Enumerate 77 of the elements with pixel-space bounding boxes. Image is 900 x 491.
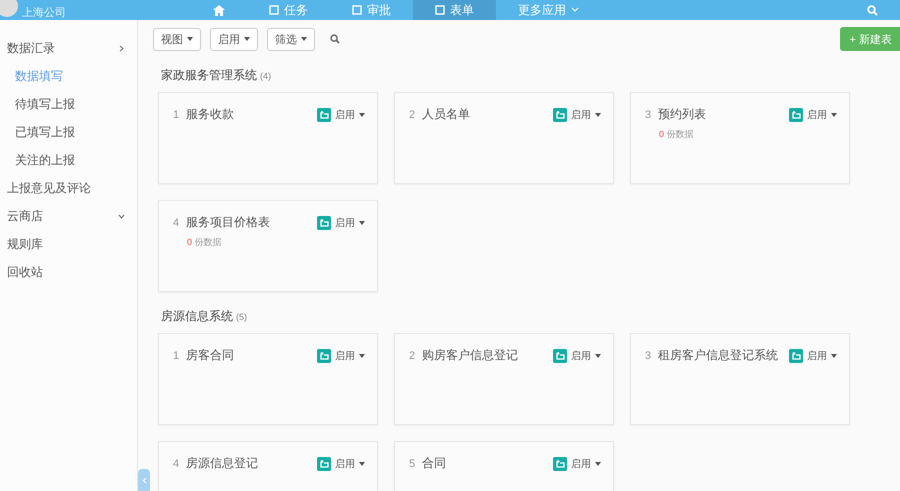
form-name: 租房客户信息登记系统 [658, 347, 780, 364]
status-dropdown[interactable]: 启用 [317, 108, 365, 122]
form-card[interactable]: 4 服务项目价格表 启用 0 份数据 [158, 200, 378, 292]
form-card[interactable]: 2 购房客户信息登记 启用 [394, 333, 614, 425]
status-icon [317, 108, 331, 122]
form-card[interactable]: 3 租房客户信息登记系统 启用 [630, 333, 850, 425]
form-index: 2 [409, 350, 416, 362]
form-name: 人员名单 [422, 106, 472, 123]
status-icon [553, 348, 567, 362]
form-index: 3 [645, 350, 652, 362]
caret-icon [187, 37, 193, 41]
sidebar-item[interactable]: 上报意见及评论 [0, 174, 137, 202]
status-dropdown[interactable]: 启用 [317, 216, 365, 230]
group-title: 房源信息系统 [161, 308, 233, 325]
status-dropdown[interactable]: 启用 [789, 108, 837, 122]
form-index: 4 [173, 216, 180, 228]
document-icon [352, 5, 362, 15]
document-icon [269, 5, 279, 15]
filter-dropdown[interactable]: 视图 [153, 28, 201, 50]
form-name: 房客合同 [186, 347, 236, 364]
sidebar-item[interactable]: 已填写上报 [0, 118, 137, 146]
form-card[interactable]: 4 房源信息登记 启用 [158, 441, 378, 491]
record-count: 0 份数据 [187, 236, 223, 249]
status-dropdown[interactable]: 启用 [553, 348, 601, 362]
status-dropdown[interactable]: 启用 [317, 348, 365, 362]
status-icon [553, 108, 567, 122]
form-index: 5 [409, 458, 416, 470]
search-icon[interactable] [330, 34, 340, 44]
caret-icon [301, 37, 307, 41]
form-name: 服务收款 [186, 106, 236, 123]
status-icon [317, 348, 331, 362]
caret-icon [244, 37, 250, 41]
search-icon[interactable] [867, 4, 878, 16]
form-card[interactable]: 1 房客合同 启用 [158, 333, 378, 425]
status-icon [789, 348, 803, 362]
chevron-down-icon [118, 212, 125, 220]
chevron-left-icon [142, 476, 146, 484]
status-icon [553, 456, 567, 470]
chevron-right-icon [118, 44, 125, 52]
sidebar-item[interactable]: 云商店 [0, 202, 137, 230]
status-dropdown[interactable]: 启用 [553, 456, 601, 470]
form-name: 服务项目价格表 [186, 214, 272, 231]
form-name: 房源信息登记 [186, 455, 260, 472]
group-count: (4) [260, 71, 271, 81]
status-icon [789, 108, 803, 122]
form-card[interactable]: 2 人员名单 启用 [394, 92, 614, 184]
form-index: 2 [409, 108, 416, 120]
document-icon [435, 5, 445, 15]
status-dropdown[interactable]: 启用 [789, 348, 837, 362]
form-index: 3 [645, 108, 652, 120]
collapse-button[interactable] [138, 469, 150, 491]
home-icon [213, 4, 225, 16]
status-dropdown[interactable]: 启用 [553, 108, 601, 122]
company-name: 上海公司 [22, 6, 66, 20]
sidebar-item[interactable]: 关注的上报 [0, 146, 137, 174]
filter-dropdown[interactable]: 筛选 [267, 28, 315, 50]
sidebar-item[interactable]: 回收站 [0, 258, 137, 286]
filter-dropdown[interactable]: 启用 [210, 28, 258, 50]
form-card[interactable]: 5 合同 启用 [394, 441, 614, 491]
form-card[interactable]: 1 服务收款 启用 [158, 92, 378, 184]
form-index: 1 [173, 350, 180, 362]
record-count: 0 份数据 [659, 128, 695, 141]
status-icon [317, 456, 331, 470]
form-index: 1 [173, 108, 180, 120]
sidebar-item[interactable]: 规则库 [0, 230, 137, 258]
sidebar-item[interactable]: 待填写上报 [0, 90, 137, 118]
status-icon [317, 216, 331, 230]
form-index: 4 [173, 458, 180, 470]
group-count: (5) [236, 312, 247, 322]
form-name: 预约列表 [658, 106, 708, 123]
sidebar-item[interactable]: 数据汇录 [0, 34, 137, 62]
form-name: 购房客户信息登记 [422, 347, 520, 364]
status-dropdown[interactable]: 启用 [317, 456, 365, 470]
group-title: 家政服务管理系统 [161, 67, 257, 84]
chevron-down-icon [571, 7, 579, 13]
form-name: 合同 [422, 455, 448, 472]
form-card[interactable]: 3 预约列表 启用 0 份数据 [630, 92, 850, 184]
